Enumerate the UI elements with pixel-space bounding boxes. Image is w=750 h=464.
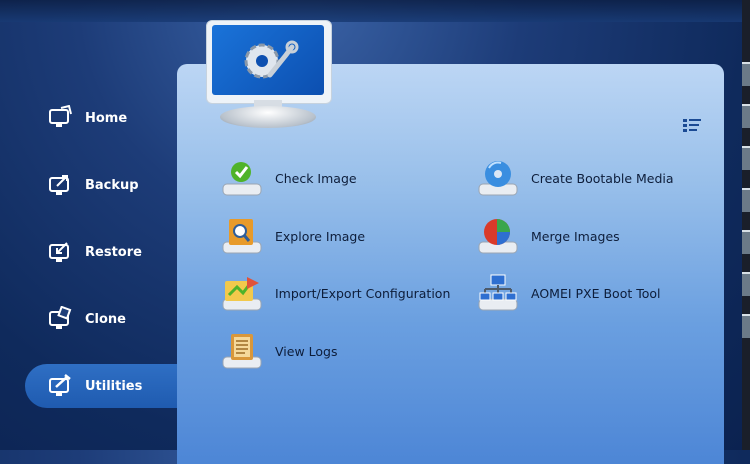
utilities-icon [47,373,75,399]
sidebar-item-utilities[interactable]: Utilities [25,364,179,408]
tool-import-export-configuration[interactable]: Import/Export Configuration [221,273,450,313]
tool-label: View Logs [275,343,338,359]
tool-label: Explore Image [275,228,366,244]
tool-view-logs[interactable]: View Logs [221,331,337,371]
tool-explore-image[interactable]: Explore Image [221,216,365,256]
desktop-edge-strip [742,0,750,450]
tool-label: Merge Images [531,228,620,244]
clone-icon [47,305,75,332]
tool-check-image[interactable]: Check Image [221,158,357,198]
tool-label: Create Bootable Media [531,170,674,186]
bootable-media-icon [477,158,519,198]
sidebar-item-label: Backup [85,177,139,193]
sidebar-item-label: Clone [85,311,126,327]
check-image-icon [221,158,263,198]
tool-label: AOMEI PXE Boot Tool [531,285,661,301]
tool-aomei-pxe-boot-tool[interactable]: AOMEI PXE Boot Tool [477,273,661,313]
sidebar-item-label: Restore [85,244,142,260]
list-view-icon[interactable] [683,118,701,132]
utilities-monitor-icon [206,20,332,132]
backup-icon [47,172,75,198]
sidebar-item-backup[interactable]: Backup [25,163,177,207]
sidebar-item-label: Home [85,110,128,126]
import-export-icon [221,273,263,313]
home-icon [47,104,75,131]
view-logs-icon [221,331,263,371]
sidebar-item-restore[interactable]: Restore [25,230,177,274]
window-top-edge [0,0,750,22]
tool-label: Import/Export Configuration [275,285,451,301]
merge-images-icon [477,216,519,256]
sidebar-item-label: Utilities [85,378,143,394]
tool-label: Check Image [275,170,357,186]
restore-icon [47,239,75,265]
sidebar-item-home[interactable]: Home [25,96,177,140]
sidebar: Home Backup Restore Clone Utilities [0,60,180,450]
pxe-boot-icon [477,273,519,313]
tool-create-bootable-media[interactable]: Create Bootable Media [477,158,674,198]
sidebar-item-clone[interactable]: Clone [25,297,177,341]
explore-image-icon [221,216,263,256]
tool-merge-images[interactable]: Merge Images [477,216,620,256]
